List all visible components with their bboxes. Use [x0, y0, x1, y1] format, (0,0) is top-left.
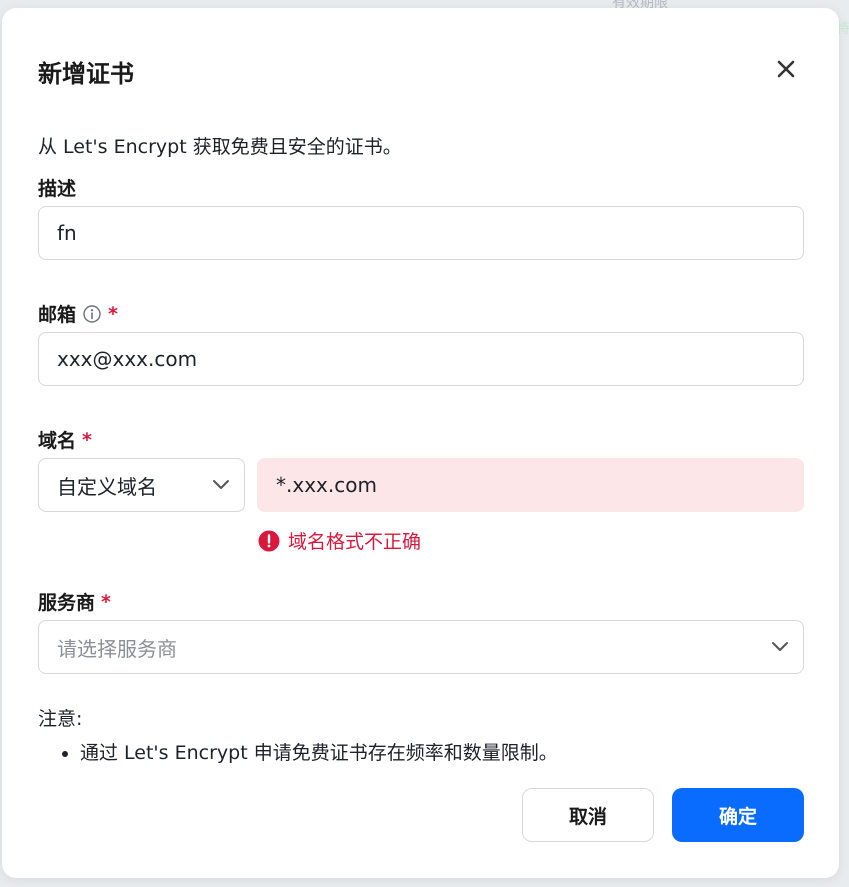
- add-certificate-dialog: 新增证书 从 Let's Encrypt 获取免费且安全的证书。 描述 fn 邮…: [2, 8, 839, 878]
- email-value: xxx@xxx.com: [57, 347, 198, 371]
- email-field[interactable]: xxx@xxx.com: [38, 332, 804, 386]
- dialog-subtitle: 从 Let's Encrypt 获取免费且安全的证书。: [38, 136, 402, 158]
- provider-select[interactable]: 请选择服务商: [38, 620, 804, 674]
- domain-error-text: 域名格式不正确: [288, 531, 422, 553]
- note-list: 通过 Let's Encrypt 申请免费证书存在频率和数量限制。: [38, 738, 558, 765]
- confirm-button[interactable]: 确定: [672, 788, 804, 842]
- provider-label: 服务商 *: [38, 588, 111, 615]
- description-label: 描述: [38, 174, 76, 201]
- chevron-down-icon: [213, 480, 229, 489]
- description-label-text: 描述: [38, 178, 77, 200]
- info-icon[interactable]: [82, 304, 102, 324]
- email-label-text: 邮箱: [38, 304, 77, 326]
- provider-label-text: 服务商: [38, 592, 96, 614]
- domain-type-value: 自定义域名: [57, 474, 157, 499]
- email-label: 邮箱 *: [38, 300, 118, 327]
- domain-input[interactable]: *.xxx.com: [257, 458, 804, 512]
- error-icon: [258, 530, 280, 551]
- domain-label-text: 域名: [38, 430, 77, 452]
- provider-placeholder: 请选择服务商: [57, 636, 177, 661]
- provider-required-mark: *: [101, 590, 111, 613]
- close-button[interactable]: [768, 51, 804, 87]
- dialog-title: 新增证书: [38, 60, 134, 88]
- note-item: 通过 Let's Encrypt 申请免费证书存在频率和数量限制。: [80, 738, 558, 765]
- chevron-down-icon: [772, 642, 788, 651]
- note-title: 注意:: [38, 708, 83, 730]
- description-input[interactable]: fn: [38, 206, 804, 260]
- cancel-button[interactable]: 取消: [522, 788, 654, 842]
- domain-label: 域名 *: [38, 426, 92, 453]
- domain-required-mark: *: [82, 428, 92, 451]
- domain-value: *.xxx.com: [276, 473, 377, 497]
- email-required-mark: *: [108, 302, 118, 325]
- description-value: fn: [57, 221, 77, 245]
- close-icon: [777, 60, 795, 78]
- domain-error-message: 域名格式不正确: [258, 527, 421, 554]
- domain-type-select[interactable]: 自定义域名: [38, 458, 245, 512]
